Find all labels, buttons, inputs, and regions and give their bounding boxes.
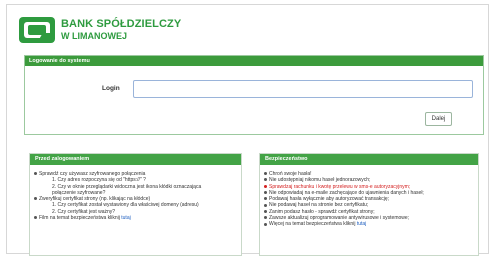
header: BANK SPÓŁDZIELCZY W LIMANOWEJ: [19, 13, 181, 47]
security-link[interactable]: tutaj: [357, 221, 366, 227]
bullet-icon: [264, 172, 267, 176]
before-login-box: Przed zalogowaniem Sprawdź czy używasz s…: [29, 153, 242, 256]
before-login-title: Przed zalogowaniem: [30, 154, 241, 165]
bank-logo-icon: [19, 17, 55, 43]
bank-name: BANK SPÓŁDZIELCZY W LIMANOWEJ: [61, 17, 182, 42]
bullet-icon: [264, 178, 267, 182]
bullet-icon: [264, 191, 267, 195]
before-login-body: Sprawdź czy używasz szyfrowanego połącze…: [30, 165, 241, 221]
bullet-icon: [264, 216, 267, 220]
login-row: Login: [25, 78, 483, 100]
page-frame: BANK SPÓŁDZIELCZY W LIMANOWEJ Logowanie …: [6, 4, 489, 256]
login-panel: Logowanie do systemu Login Dalej: [24, 55, 484, 135]
security-body: Chroń swoje hasła! Nie udostępniaj nikom…: [260, 165, 478, 228]
bullet-icon: [34, 172, 37, 176]
security-box: Bezpieczeństwo Chroń swoje hasła! Nie ud…: [259, 153, 479, 256]
bullet-icon: [264, 209, 267, 213]
login-panel-title: Logowanie do systemu: [25, 56, 483, 66]
video-link[interactable]: tutaj: [121, 215, 130, 221]
next-button[interactable]: Dalej: [425, 112, 452, 126]
bullet-icon: [264, 203, 267, 207]
login-input[interactable]: [133, 80, 473, 98]
bullet-icon: [34, 197, 37, 201]
bullet-icon: [264, 184, 267, 188]
bank-name-line1: BANK SPÓŁDZIELCZY: [61, 17, 182, 30]
bullet-icon: [264, 222, 267, 226]
bank-name-line2: W LIMANOWEJ: [61, 30, 127, 41]
bullet-icon: [264, 197, 267, 201]
security-title: Bezpieczeństwo: [260, 154, 478, 165]
login-label: Login: [102, 85, 120, 92]
list-item: Film na temat bezpieczeństwa kliknij tut…: [34, 215, 237, 221]
list-item: Więcej na temat bezpieczeństwa kliknij t…: [264, 221, 474, 227]
bullet-icon: [34, 216, 37, 220]
